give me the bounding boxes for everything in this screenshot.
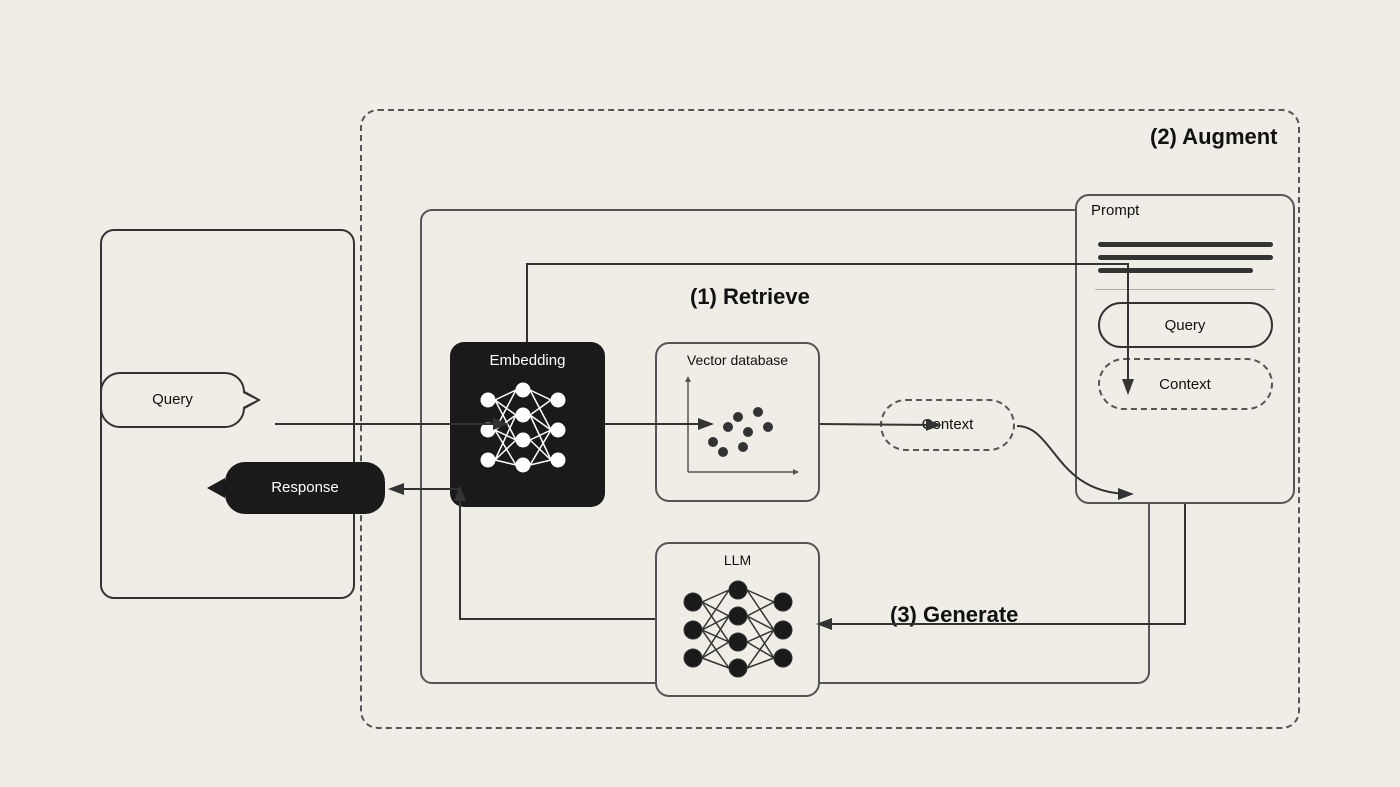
prompt-query-label: Query	[1165, 317, 1206, 334]
prompt-line-1	[1098, 242, 1273, 247]
llm-label: LLM	[724, 552, 751, 568]
context-middle-label: Context	[922, 416, 974, 433]
embedding-box: Embedding	[450, 342, 605, 507]
prompt-card-label-container: Prompt	[1091, 202, 1139, 220]
prompt-query-box: Query	[1098, 302, 1273, 348]
embedding-label: Embedding	[490, 352, 566, 369]
embedding-network-icon	[468, 375, 588, 485]
prompt-card: Prompt Query Context	[1075, 194, 1295, 504]
prompt-context-label: Context	[1159, 376, 1211, 393]
query-bubble: Query	[100, 372, 245, 428]
llm-box: LLM	[655, 542, 820, 697]
prompt-line-3	[1098, 268, 1253, 273]
prompt-line-2	[1098, 255, 1273, 260]
query-label: Query	[152, 391, 193, 408]
prompt-label: Prompt	[1091, 202, 1139, 219]
retrieve-label: (1) Retrieve	[690, 284, 810, 310]
response-bubble: Response	[225, 462, 385, 514]
vector-db-box: Vector database	[655, 342, 820, 502]
generate-label: (3) Generate	[890, 602, 1018, 628]
response-label: Response	[271, 479, 339, 496]
vector-db-label: Vector database	[687, 352, 788, 368]
context-middle: Context	[880, 399, 1015, 451]
vector-db-icon	[673, 372, 803, 487]
prompt-text-lines	[1098, 234, 1273, 277]
llm-network-icon	[673, 572, 803, 687]
augment-label: (2) Augment	[1150, 124, 1278, 150]
prompt-context-box: Context	[1098, 358, 1273, 410]
